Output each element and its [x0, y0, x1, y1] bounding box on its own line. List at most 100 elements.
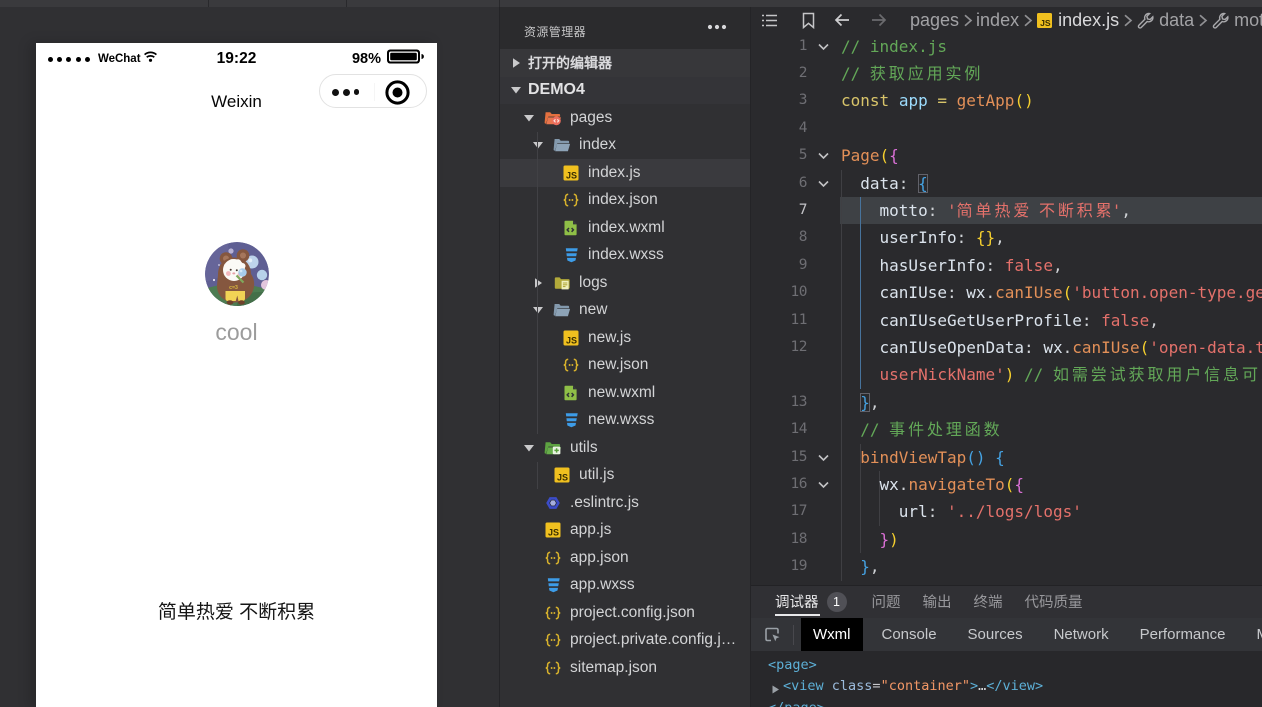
tree-item-app.wxss[interactable]: app.wxss	[500, 572, 750, 600]
devtools-tab-Memory[interactable]: Memory	[1244, 618, 1262, 651]
target-icon[interactable]	[384, 79, 411, 111]
tree-item-label: utils	[570, 439, 607, 457]
fold-chevron-icon[interactable]	[814, 444, 832, 471]
tree-item-index.js[interactable]: JS index.js	[500, 159, 750, 187]
json-icon	[544, 604, 562, 622]
code-line-5[interactable]: 5Page({	[751, 142, 1262, 169]
devtools-tab-Network[interactable]: Network	[1042, 618, 1121, 651]
tree-item-project.private.config.json[interactable]: project.private.config.json	[500, 627, 750, 655]
svg-text:JS: JS	[566, 170, 577, 180]
fold-chevron-icon[interactable]	[814, 142, 832, 169]
code-line-14[interactable]: 14 // 事件处理函数	[751, 416, 1262, 443]
tab-label: 问题	[872, 591, 901, 612]
code-line-15[interactable]: 15 bindViewTap() {	[751, 444, 1262, 471]
fold-chevron-icon[interactable]	[814, 471, 832, 498]
tree-item-label: 打开的编辑器	[528, 53, 621, 73]
fold-chevron-icon[interactable]	[814, 170, 832, 197]
tree-item-.eslintrc.js[interactable]: .eslintrc.js	[500, 489, 750, 517]
devtools-toolbar: WxmlConsoleSourcesNetworkPerformance Memo…	[751, 618, 1262, 651]
debugger-tab-终端[interactable]: 终端	[974, 586, 1003, 618]
code-line-2[interactable]: 2// 获取应用实例	[751, 60, 1262, 87]
svg-text:JS: JS	[548, 528, 559, 538]
tree-item-index.wxss[interactable]: index.wxss	[500, 242, 750, 270]
tree-item-new.json[interactable]: new.json	[500, 352, 750, 380]
tree-item-label: .eslintrc.js	[570, 494, 648, 512]
debugger-tab-调试器[interactable]: 调试器1	[775, 586, 847, 618]
editor-panel: pagesindexJSindex.jsdatamotto 1// index.…	[750, 7, 1262, 707]
code-editor[interactable]: 1// index.js2// 获取应用实例3const app = getAp…	[751, 26, 1262, 585]
code-line-6[interactable]: 6 data: {	[751, 170, 1262, 197]
battery-icon	[386, 48, 426, 70]
code-line-19[interactable]: 19 },	[751, 553, 1262, 580]
tree-item-new.wxml[interactable]: new.wxml	[500, 379, 750, 407]
code-line-18[interactable]: 18 })	[751, 526, 1262, 553]
code-line-1[interactable]: 1// index.js	[751, 33, 1262, 60]
inspect-element-icon[interactable]	[751, 618, 793, 651]
fold-chevron-icon[interactable]	[814, 33, 832, 60]
tree-item-label: app.js	[570, 521, 620, 539]
code-line-10[interactable]: 10 canIUse: wx.canIUse('button.open-type…	[751, 279, 1262, 306]
tree-item-util.js[interactable]: JSutil.js	[500, 462, 750, 490]
tree-item-DEMO4[interactable]: DEMO4	[500, 77, 750, 105]
line-number: 3	[751, 87, 807, 114]
devtools-tab-Console[interactable]: Console	[870, 618, 949, 651]
explorer-header: 资源管理器	[500, 7, 750, 49]
motto-label: 简单热爱 不断积累	[36, 597, 437, 624]
debugger-tab-代码质量[interactable]: 代码质量	[1025, 586, 1083, 618]
tree-item-logs[interactable]: logs	[500, 269, 750, 297]
code-line-16[interactable]: 16 wx.navigateTo({	[751, 471, 1262, 498]
code-line-17[interactable]: 17 url: '../logs/logs'	[751, 498, 1262, 525]
dom-node[interactable]: <page>	[751, 655, 1262, 676]
code-line-7[interactable]: 7 motto: '简单热爱 不断积累',	[751, 197, 1262, 224]
tree-item-[interactable]: 打开的编辑器	[500, 49, 750, 77]
tree-item-index.json[interactable]: index.json	[500, 187, 750, 215]
more-icon[interactable]	[332, 75, 359, 109]
debugger-panel: 调试器1 问题 输出终端代码质量 WxmlConsoleSourcesNetwork…	[751, 585, 1262, 707]
explorer-more-icon[interactable]	[707, 21, 727, 33]
debugger-tab-输出[interactable]: 输出	[923, 586, 952, 618]
devtools-tab-Wxml[interactable]: Wxml	[801, 618, 863, 651]
tree-item-utils[interactable]: utils	[500, 434, 750, 462]
debugger-tab-问题[interactable]: 问题	[872, 586, 901, 618]
code-line-12[interactable]: 12 canIUseOpenData: wx.canIUse('open-dat…	[751, 334, 1262, 361]
devtools-tab-Performance[interactable]: Performance	[1128, 618, 1238, 651]
dom-node[interactable]: </page>	[751, 698, 1262, 707]
devtools-tab-Sources[interactable]: Sources	[956, 618, 1035, 651]
code-line-13[interactable]: 13 },	[751, 389, 1262, 416]
wechat-devtools-window: { "simulator": { "statusbar": { "carrier…	[0, 0, 1262, 707]
svg-text:JS: JS	[557, 473, 568, 483]
capsule-button[interactable]	[319, 74, 427, 108]
tree-item-new.js[interactable]: JSnew.js	[500, 324, 750, 352]
tree-item-app.json[interactable]: app.json	[500, 544, 750, 572]
svg-text:JS: JS	[566, 335, 577, 345]
tree-item-new[interactable]: new	[500, 297, 750, 325]
wxml-dom-tree[interactable]: <page><view class="container">…</view></…	[751, 651, 1262, 707]
dom-node[interactable]: <view class="container">…</view>	[751, 676, 1262, 697]
tree-item-index[interactable]: index	[500, 132, 750, 160]
code-line-wrap[interactable]: userNickName') // 如需尝试获取用户信息可改为false	[751, 361, 1262, 388]
code-line-8[interactable]: 8 userInfo: {},	[751, 224, 1262, 251]
json-icon	[544, 631, 562, 649]
tree-item-sitemap.json[interactable]: sitemap.json	[500, 654, 750, 682]
line-number: 15	[751, 444, 807, 471]
arrow-spacer	[539, 192, 555, 208]
tree-item-app.js[interactable]: JS app.js	[500, 517, 750, 545]
code-line-9[interactable]: 9 hasUserInfo: false,	[751, 252, 1262, 279]
code-line-11[interactable]: 11 canIUseGetUserProfile: false,	[751, 307, 1262, 334]
tree-item-label: index.js	[588, 164, 650, 182]
tree-item-pages[interactable]: pages	[500, 104, 750, 132]
chevron-down-icon	[530, 137, 546, 153]
code-line-4[interactable]: 4	[751, 115, 1262, 142]
json-icon	[544, 659, 562, 677]
battery-group: 98%	[352, 48, 426, 70]
chevron-down-icon	[530, 302, 546, 318]
avatar[interactable]: c=3	[205, 242, 269, 306]
code-line-3[interactable]: 3const app = getApp()	[751, 87, 1262, 114]
devtools-toolbar-strip	[0, 0, 1262, 7]
arrow-spacer	[539, 165, 555, 181]
json-icon	[562, 356, 580, 374]
tree-item-new.wxss[interactable]: new.wxss	[500, 407, 750, 435]
tree-item-index.wxml[interactable]: index.wxml	[500, 214, 750, 242]
explorer-sidebar: 资源管理器 打开的编辑器 DEMO4pagesindex JS index.js ind…	[499, 7, 750, 707]
tree-item-project.config.json[interactable]: project.config.json	[500, 599, 750, 627]
